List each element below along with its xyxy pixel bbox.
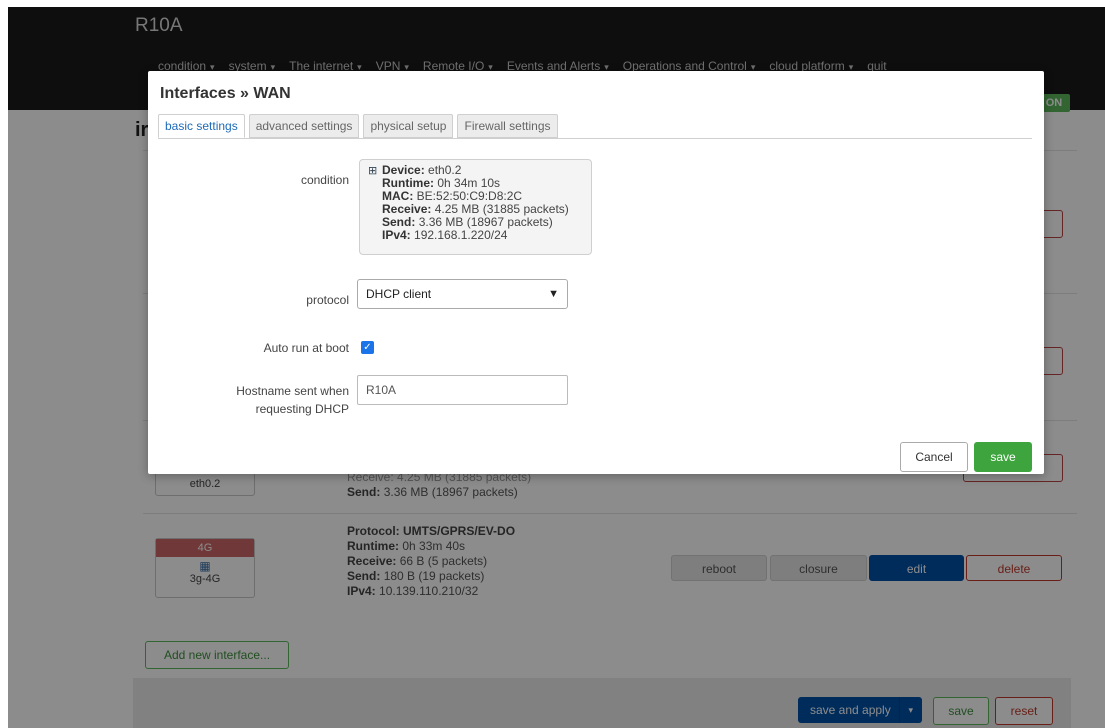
status-receive: 4.25 MB (31885 packets) bbox=[434, 202, 569, 216]
tab-physical-setup[interactable]: physical setup bbox=[363, 114, 454, 138]
dialog-tabs: basic settings advanced settings physica… bbox=[158, 114, 558, 138]
app-frame: R10A condition ▾ system ▾ The internet ▾ VP… bbox=[8, 7, 1105, 728]
status-device: eth0.2 bbox=[428, 163, 462, 177]
tab-firewall-settings[interactable]: Firewall settings bbox=[457, 114, 558, 138]
tab-divider bbox=[158, 138, 1032, 139]
condition-label: condition bbox=[300, 173, 349, 187]
dialog-title: Interfaces » WAN bbox=[160, 85, 291, 102]
interface-edit-dialog: Interfaces » WAN basic settings advanced… bbox=[148, 71, 1044, 474]
mac-label: MAC: bbox=[382, 189, 414, 203]
runtime-label: Runtime: bbox=[382, 176, 434, 190]
device-label: Device: bbox=[382, 163, 425, 177]
tab-basic-settings[interactable]: basic settings bbox=[158, 114, 245, 138]
protocol-label: protocol bbox=[306, 293, 349, 307]
receive-label: Receive: bbox=[382, 202, 432, 216]
protocol-select[interactable]: DHCP client ▼ bbox=[357, 279, 568, 309]
autorun-label: Auto run at boot bbox=[263, 341, 349, 355]
hostname-label: Hostname sent when requesting DHCP bbox=[236, 384, 349, 416]
tab-advanced-settings[interactable]: advanced settings bbox=[248, 114, 360, 138]
cancel-button[interactable]: Cancel bbox=[900, 442, 968, 472]
chevron-down-icon: ▼ bbox=[548, 288, 559, 300]
status-ipv4: 192.168.1.220/24 bbox=[414, 228, 508, 242]
ipv4-label: IPv4: bbox=[382, 228, 411, 242]
interface-status-box: ⊞ Device: eth0.2 Runtime: 0h 34m 10s MAC… bbox=[359, 159, 592, 255]
save-button[interactable]: save bbox=[974, 442, 1032, 472]
ethernet-port-icon: ⊞ bbox=[368, 165, 378, 177]
hostname-input[interactable]: R10A bbox=[357, 375, 568, 405]
send-label: Send: bbox=[382, 215, 416, 229]
autorun-checkbox[interactable]: ✓ bbox=[361, 341, 374, 354]
status-send: 3.36 MB (18967 packets) bbox=[418, 215, 553, 229]
status-mac: BE:52:50:C9:D8:2C bbox=[416, 189, 523, 203]
status-runtime: 0h 34m 10s bbox=[437, 176, 501, 190]
protocol-selected-value: DHCP client bbox=[366, 287, 432, 301]
